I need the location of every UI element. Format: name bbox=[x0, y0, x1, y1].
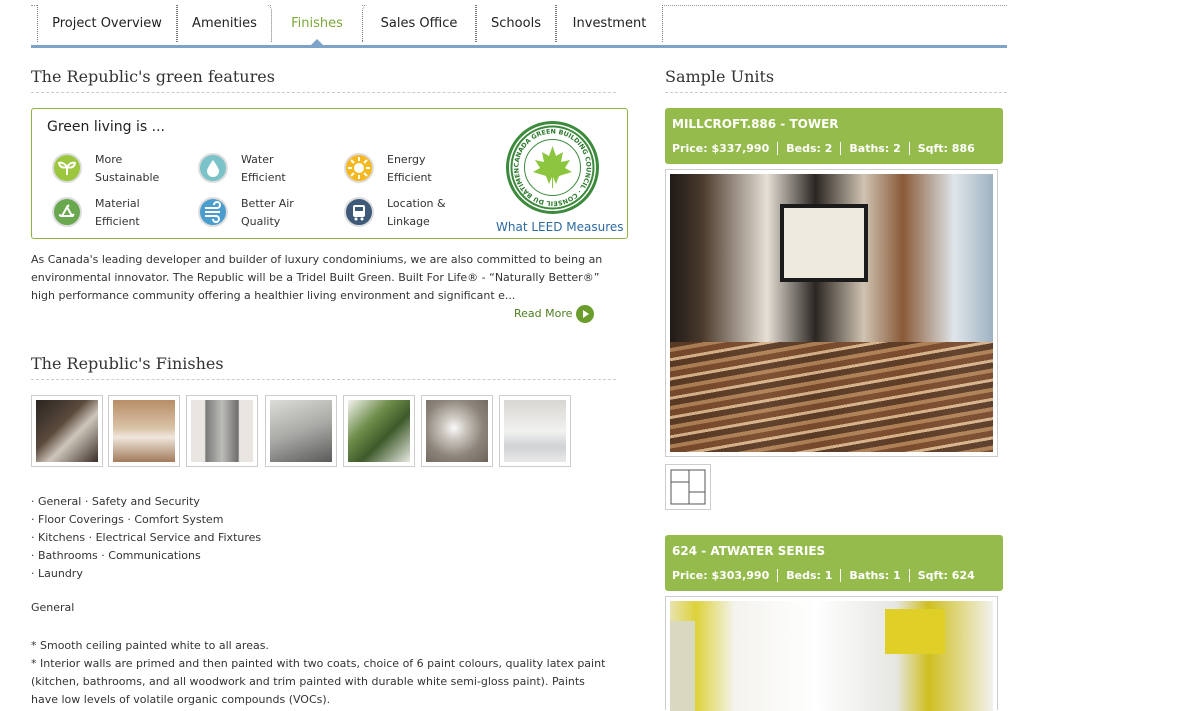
canada-green-building-council-logo: CANADA GREEN BUILDING COUNCIL · CONSEIL … bbox=[506, 121, 599, 214]
feature-sustainable: More Sustainable bbox=[52, 151, 192, 191]
green-living-box: Green living is ... More Sustainable Wat… bbox=[31, 108, 628, 239]
feature-label: Location & Linkage bbox=[387, 197, 446, 228]
unit-sqft: Sqft: 886 bbox=[908, 142, 983, 155]
feature-label: Energy Efficient bbox=[387, 153, 432, 184]
air-flow-icon bbox=[198, 197, 228, 227]
tab-project-overview[interactable]: Project Overview bbox=[37, 5, 177, 42]
finish-detail-line: * Interior walls are primed and then pai… bbox=[31, 657, 606, 706]
category-comfort-system[interactable]: Comfort System bbox=[134, 513, 223, 526]
feature-label: Better Air Quality bbox=[241, 197, 294, 228]
bus-icon bbox=[344, 197, 374, 227]
unit-baths: Baths: 1 bbox=[840, 569, 908, 582]
tab-sales-office[interactable]: Sales Office bbox=[362, 5, 476, 42]
sample-units-title: Sample Units bbox=[665, 67, 1007, 93]
feature-label: Material Efficient bbox=[95, 197, 140, 228]
tab-finishes[interactable]: Finishes bbox=[272, 5, 362, 45]
unit-name: MILLCROFT.886 - TOWER bbox=[672, 117, 839, 131]
unit-stats: Price: $303,990 Beds: 1 Baths: 1 Sqft: 624 bbox=[672, 569, 983, 582]
unit-header-millcroft[interactable]: MILLCROFT.886 - TOWER Price: $337,990 Bed… bbox=[665, 108, 1003, 164]
category-general[interactable]: General bbox=[38, 495, 81, 508]
play-arrow-icon bbox=[576, 305, 595, 323]
unit-header-atwater[interactable]: 624 - ATWATER SERIES Price: $303,990 Beds… bbox=[665, 535, 1003, 591]
feature-label: More Sustainable bbox=[95, 153, 160, 184]
recycle-icon bbox=[52, 197, 82, 227]
green-features-title: The Republic's green features bbox=[31, 67, 616, 93]
finish-categories-list: · General · Safety and Security · Floor … bbox=[31, 495, 262, 580]
finish-thumbnail-shower[interactable] bbox=[421, 395, 493, 467]
read-more-label: Read More bbox=[514, 307, 573, 320]
category-laundry[interactable]: Laundry bbox=[38, 567, 83, 580]
tab-amenities[interactable]: Amenities bbox=[177, 5, 272, 42]
category-safety-security[interactable]: Safety and Security bbox=[92, 495, 200, 508]
category-floor-coverings[interactable]: Floor Coverings bbox=[38, 513, 124, 526]
water-drop-icon bbox=[198, 153, 228, 183]
selected-category-heading: General bbox=[31, 601, 75, 614]
unit-price: Price: $303,990 bbox=[672, 569, 770, 582]
feature-label: Water Efficient bbox=[241, 153, 286, 184]
finish-thumbnail-sink[interactable] bbox=[265, 395, 337, 467]
finishes-title: The Republic's Finishes bbox=[31, 354, 616, 380]
category-communications[interactable]: Communications bbox=[108, 549, 200, 562]
unit-photo-millcroft[interactable] bbox=[665, 169, 998, 457]
unit-baths: Baths: 2 bbox=[840, 142, 908, 155]
finish-thumbnail-window[interactable] bbox=[343, 395, 415, 467]
what-leed-measures-link[interactable]: What LEED Measures bbox=[496, 220, 624, 234]
read-more-link[interactable]: Read More bbox=[514, 305, 595, 323]
tab-investment[interactable]: Investment bbox=[556, 5, 663, 42]
floor-plan-thumbnail[interactable] bbox=[665, 464, 711, 510]
feature-energy: Energy Efficient bbox=[344, 151, 484, 191]
green-intro-paragraph: As Canada's leading developer and builde… bbox=[31, 253, 603, 302]
finish-thumbnail-kitchen[interactable] bbox=[31, 395, 103, 467]
leaf-sprout-icon bbox=[52, 153, 82, 183]
feature-material: Material Efficient bbox=[52, 195, 192, 235]
finish-thumbnail-fridge[interactable] bbox=[186, 395, 258, 467]
unit-sqft: Sqft: 624 bbox=[908, 569, 983, 582]
tab-schools[interactable]: Schools bbox=[476, 5, 556, 42]
unit-beds: Beds: 1 bbox=[777, 569, 840, 582]
finish-thumbnail-faucet[interactable] bbox=[108, 395, 180, 467]
unit-photo-atwater[interactable] bbox=[665, 596, 998, 711]
tab-bar: Project Overview Amenities Finishes Sale… bbox=[31, 5, 1007, 48]
category-kitchens[interactable]: Kitchens bbox=[38, 531, 85, 544]
green-living-heading: Green living is ... bbox=[47, 119, 165, 135]
sun-icon bbox=[344, 153, 374, 183]
feature-location: Location & Linkage bbox=[344, 195, 484, 235]
unit-stats: Price: $337,990 Beds: 2 Baths: 2 Sqft: 886 bbox=[672, 142, 983, 155]
feature-air: Better Air Quality bbox=[198, 195, 338, 235]
unit-beds: Beds: 2 bbox=[777, 142, 840, 155]
unit-price: Price: $337,990 bbox=[672, 142, 770, 155]
finish-detail-line: * Smooth ceiling painted white to all ar… bbox=[31, 639, 269, 652]
finish-details: * Smooth ceiling painted white to all ar… bbox=[31, 637, 611, 709]
finish-thumbnail-washer[interactable] bbox=[499, 395, 571, 467]
category-electrical[interactable]: Electrical Service and Fixtures bbox=[96, 531, 262, 544]
category-bathrooms[interactable]: Bathrooms bbox=[38, 549, 98, 562]
unit-name: 624 - ATWATER SERIES bbox=[672, 544, 826, 558]
feature-water: Water Efficient bbox=[198, 151, 338, 191]
